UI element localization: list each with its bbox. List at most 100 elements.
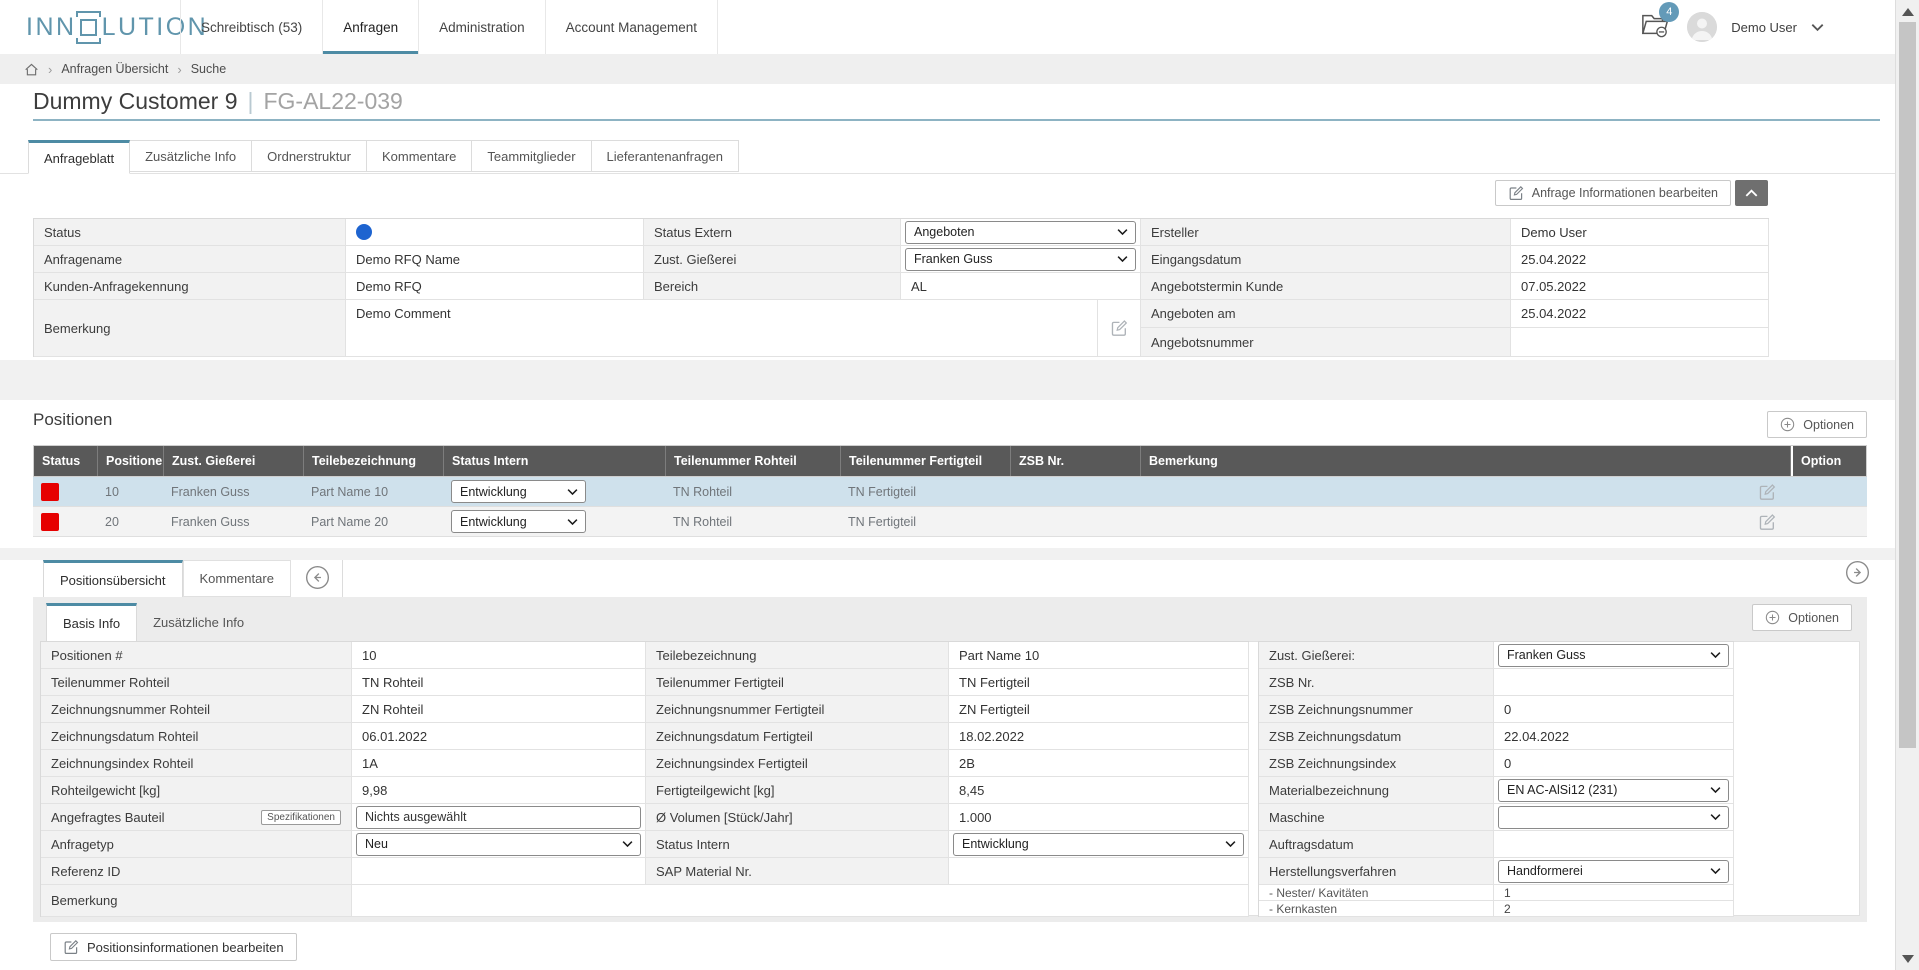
field-label: Angebotstermin Kunde [1141, 273, 1511, 300]
field-label: Bemerkung [41, 885, 352, 917]
scrollbar-up-button[interactable] [1902, 8, 1914, 16]
breadcrumb-item-anfragen-uebersicht[interactable]: Anfragen Übersicht [61, 62, 168, 76]
teilebezeichnung-cell: Part Name 20 [303, 507, 443, 536]
angefragtes-bauteil-cell: Nichts ausgewählt [352, 804, 646, 831]
chevron-down-icon [567, 518, 578, 526]
scroll-tabs-right-button[interactable] [1845, 560, 1870, 585]
scrollbar-down-button[interactable] [1902, 955, 1914, 963]
sap-material-value [949, 858, 1249, 885]
status-intern-detail-select[interactable]: Entwicklung [953, 833, 1244, 856]
field-label: Bemerkung [34, 300, 346, 357]
scroll-tabs-left-button[interactable] [305, 565, 330, 590]
rohteilgewicht-value: 9,98 [352, 777, 646, 804]
tab-lieferantenanfragen[interactable]: Lieferantenanfragen [592, 140, 739, 172]
position-row[interactable]: 20 Franken Guss Part Name 20 Entwicklung… [33, 507, 1867, 537]
notifications-folder-button[interactable]: 4 [1639, 10, 1673, 44]
tab-zusaetzliche-info[interactable]: Zusätzliche Info [130, 140, 252, 172]
chevron-down-icon [1117, 255, 1128, 263]
tabs-divider [342, 560, 343, 597]
tn-fertigteil-cell: TN Fertigteil [840, 477, 1010, 506]
auftragsdatum-value [1494, 831, 1734, 858]
position-cell: 10 [97, 477, 163, 506]
user-menu-chevron-down-icon[interactable] [1811, 23, 1824, 32]
chevron-down-icon [567, 488, 578, 496]
zust-giesserei-cell: Franken Guss [901, 246, 1141, 273]
field-label: Zeichnungsindex Rohteil [41, 750, 352, 777]
kunden-anfragekennung-value: Demo RFQ [346, 273, 644, 300]
breadcrumb-separator: › [177, 62, 181, 77]
materialbezeichnung-cell: EN AC-AlSi12 (231) [1494, 777, 1734, 804]
positions-title: Positionen [33, 410, 112, 430]
field-label: Zust. Gießerei [644, 246, 901, 273]
field-label: - Nester/ Kavitäten [1259, 885, 1494, 901]
breadcrumb-item-suche[interactable]: Suche [191, 62, 226, 76]
detail-options-button[interactable]: Optionen [1752, 604, 1852, 631]
edit-request-info-button[interactable]: Anfrage Informationen bearbeiten [1495, 180, 1731, 206]
plus-circle-icon [1780, 417, 1795, 432]
position-row[interactable]: 10 Franken Guss Part Name 10 Entwicklung… [33, 477, 1867, 507]
avatar[interactable] [1687, 12, 1717, 42]
chevron-down-icon [1225, 840, 1236, 848]
chevron-up-icon [1745, 189, 1758, 198]
position-cell: 20 [97, 507, 163, 536]
nav-item-account-management[interactable]: Account Management [546, 0, 718, 54]
bemerkung-edit-button[interactable] [1097, 300, 1140, 356]
col-header-zsb: ZSB Nr. [1011, 446, 1141, 476]
tab-ordnerstruktur[interactable]: Ordnerstruktur [252, 140, 367, 172]
logo-square-icon [80, 19, 97, 36]
home-icon[interactable] [24, 62, 39, 77]
zust-giesserei-detail-select[interactable]: Franken Guss [1498, 644, 1729, 667]
tab-kommentare[interactable]: Kommentare [367, 140, 472, 172]
field-label: Zeichnungsnummer Fertigteil [646, 696, 949, 723]
positions-table-header: Status Positionen # Zust. Gießerei Teile… [33, 445, 1867, 477]
herstellungsverfahren-select[interactable]: Handformerei [1498, 860, 1729, 883]
field-label: Status Intern [646, 831, 949, 858]
row-edit-button[interactable] [1758, 483, 1776, 501]
zsb-cell [1010, 507, 1140, 536]
plus-circle-icon [1765, 610, 1780, 625]
logo-text-left: INN [26, 13, 77, 42]
kernkasten-value: 2 [1494, 901, 1734, 917]
option-cell [1790, 477, 1867, 506]
status-intern-select[interactable]: Entwicklung [451, 480, 586, 503]
tab-positionsuebersicht[interactable]: Positionsübersicht [43, 560, 183, 597]
edit-position-info-button[interactable]: Positionsinformationen bearbeiten [50, 933, 297, 961]
request-code: FG-AL22-039 [263, 88, 402, 115]
field-label: Zeichnungsdatum Rohteil [41, 723, 352, 750]
anfragetyp-select[interactable]: Neu [356, 833, 641, 856]
field-label: - Kernkasten [1259, 901, 1494, 917]
status-extern-cell: Angeboten [901, 219, 1141, 246]
col-header-position: Positionen # [98, 446, 164, 476]
angebotstermin-value: 07.05.2022 [1511, 273, 1769, 300]
bemerkung-detail-value[interactable] [352, 885, 1249, 917]
status-extern-select[interactable]: Angeboten [905, 221, 1136, 244]
angefragtes-bauteil-input[interactable]: Nichts ausgewählt [356, 806, 641, 829]
tab-positions-kommentare[interactable]: Kommentare [183, 560, 291, 597]
breadcrumb: › Anfragen Übersicht › Suche [24, 54, 226, 84]
row-edit-button[interactable] [1758, 513, 1776, 531]
field-label: Anfragename [34, 246, 346, 273]
spezifikationen-tag-button[interactable]: Spezifikationen [261, 810, 341, 825]
nav-item-administration[interactable]: Administration [419, 0, 546, 54]
status-cell [33, 507, 97, 536]
subtab-basis-info[interactable]: Basis Info [46, 603, 137, 641]
nav-item-anfragen[interactable]: Anfragen [323, 0, 419, 54]
positions-options-button[interactable]: Optionen [1767, 411, 1867, 438]
scrollbar-thumb[interactable] [1899, 22, 1916, 748]
collapse-panel-button[interactable] [1735, 180, 1768, 206]
page-title: Dummy Customer 9 | FG-AL22-039 [33, 88, 403, 115]
status-intern-select[interactable]: Entwicklung [451, 510, 586, 533]
tab-anfrageblatt[interactable]: Anfrageblatt [28, 140, 130, 174]
status-intern-cell: Entwicklung [443, 477, 665, 506]
maschine-select[interactable] [1498, 806, 1729, 829]
nav-item-schreibtisch[interactable]: Schreibtisch (53) [180, 0, 323, 54]
subtab-zusaetzliche-info[interactable]: Zusätzliche Info [137, 603, 260, 641]
materialbezeichnung-select[interactable]: EN AC-AlSi12 (231) [1498, 779, 1729, 802]
tab-teammitglieder[interactable]: Teammitglieder [472, 140, 591, 172]
nester-kavitaeten-value: 1 [1494, 885, 1734, 901]
tn-rohteil-cell: TN Rohteil [665, 507, 840, 536]
chevron-down-icon [1710, 867, 1721, 875]
field-label: Teilenummer Fertigteil [646, 669, 949, 696]
zust-giesserei-select[interactable]: Franken Guss [905, 248, 1136, 271]
field-label: Anfragetyp [41, 831, 352, 858]
